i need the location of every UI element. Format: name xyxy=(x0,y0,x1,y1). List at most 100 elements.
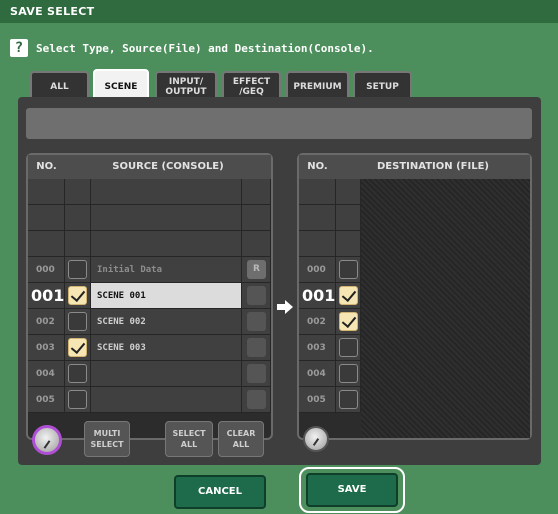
destination-checkbox[interactable] xyxy=(339,312,358,331)
source-knob[interactable] xyxy=(32,425,62,455)
source-tail-cell: R xyxy=(242,257,271,283)
destination-check-cell xyxy=(336,205,361,231)
source-checkbox[interactable] xyxy=(68,390,87,409)
tab-all[interactable]: ALL xyxy=(30,71,89,100)
source-row-name xyxy=(91,179,242,205)
source-panel: NO. SOURCE (CONSOLE) 000 Initial Data R 001… xyxy=(26,153,273,440)
source-row[interactable]: 003 SCENE 003 xyxy=(28,335,271,361)
source-row-button[interactable] xyxy=(247,390,266,409)
source-row-no: 005 xyxy=(28,387,65,413)
source-row-name: SCENE 002 xyxy=(91,309,242,335)
cancel-button[interactable]: CANCEL xyxy=(174,475,266,509)
source-row-no xyxy=(28,231,65,257)
source-row-name xyxy=(91,361,242,387)
destination-row[interactable] xyxy=(299,205,361,231)
source-check-cell xyxy=(65,387,91,413)
source-checkbox[interactable] xyxy=(68,260,87,279)
source-check-cell xyxy=(65,309,91,335)
source-row-no: 003 xyxy=(28,335,65,361)
destination-checkbox[interactable] xyxy=(339,286,358,305)
destination-row-no: 000 xyxy=(299,257,336,283)
source-row-no xyxy=(28,205,65,231)
destination-checkbox[interactable] xyxy=(339,390,358,409)
source-row-button[interactable] xyxy=(247,312,266,331)
tab-input-output[interactable]: INPUT/ OUTPUT xyxy=(155,71,217,100)
destination-row-no: 004 xyxy=(299,361,336,387)
scene-panel: NO. SOURCE (CONSOLE) 000 Initial Data R 001… xyxy=(18,97,541,465)
source-row[interactable] xyxy=(28,231,271,257)
source-row[interactable] xyxy=(28,205,271,231)
source-checkbox[interactable] xyxy=(68,338,87,357)
destination-row-no xyxy=(299,231,336,257)
destination-row-no xyxy=(299,205,336,231)
knob-indicator xyxy=(312,438,320,446)
destination-check-cell xyxy=(336,309,361,335)
destination-checkbox[interactable] xyxy=(339,338,358,357)
destination-checkbox[interactable] xyxy=(339,260,358,279)
source-check-cell xyxy=(65,231,91,257)
source-row[interactable]: 004 xyxy=(28,361,271,387)
source-row-name xyxy=(91,231,242,257)
tab-setup[interactable]: SETUP xyxy=(353,71,412,100)
multi-select-button[interactable]: MULTI SELECT xyxy=(84,421,130,457)
source-title-header: SOURCE (CONSOLE) xyxy=(65,155,271,179)
source-no-header: NO. xyxy=(28,155,65,179)
source-row-no: 001 xyxy=(28,283,65,309)
instruction-text: Select Type, Source(File) and Destinatio… xyxy=(36,41,374,55)
source-row-name xyxy=(91,205,242,231)
source-check-cell xyxy=(65,283,91,309)
dest-title-header: DESTINATION (FILE) xyxy=(336,155,530,179)
destination-check-cell xyxy=(336,335,361,361)
source-tail-cell xyxy=(242,361,271,387)
source-check-cell xyxy=(65,205,91,231)
destination-check-cell xyxy=(336,231,361,257)
source-tail-cell xyxy=(242,335,271,361)
destination-row[interactable]: 004 xyxy=(299,361,361,387)
source-checkbox[interactable] xyxy=(68,286,87,305)
source-row-name: SCENE 001 xyxy=(91,283,242,309)
clear-all-button[interactable]: CLEAR ALL xyxy=(218,421,264,457)
source-row[interactable]: 005 xyxy=(28,387,271,413)
source-row-name: Initial Data xyxy=(91,257,242,283)
destination-knob[interactable] xyxy=(303,426,329,452)
source-checkbox[interactable] xyxy=(68,312,87,331)
destination-row[interactable]: 000 xyxy=(299,257,361,283)
knob-indicator xyxy=(43,440,51,449)
tab-premium[interactable]: PREMIUM xyxy=(286,71,349,100)
source-row[interactable]: 002 SCENE 002 xyxy=(28,309,271,335)
destination-row[interactable]: 003 xyxy=(299,335,361,361)
tab-effect-geq[interactable]: EFFECT /GEQ xyxy=(222,71,281,100)
destination-row-no: 003 xyxy=(299,335,336,361)
destination-row[interactable]: 001 xyxy=(299,283,361,309)
help-icon[interactable]: ? xyxy=(10,39,28,57)
source-row[interactable] xyxy=(28,179,271,205)
source-checkbox[interactable] xyxy=(68,364,87,383)
source-check-cell xyxy=(65,361,91,387)
destination-row[interactable]: 005 xyxy=(299,387,361,413)
destination-row-no: 002 xyxy=(299,309,336,335)
source-check-cell xyxy=(65,335,91,361)
destination-row-no: 005 xyxy=(299,387,336,413)
destination-checkbox[interactable] xyxy=(339,364,358,383)
source-row-button[interactable] xyxy=(247,286,266,305)
source-row-button[interactable] xyxy=(247,338,266,357)
select-all-button[interactable]: SELECT ALL xyxy=(165,421,213,457)
source-tail-cell xyxy=(242,387,271,413)
save-button[interactable]: SAVE xyxy=(306,473,398,507)
window-title: SAVE SELECT xyxy=(0,0,558,23)
source-row-no xyxy=(28,179,65,205)
destination-row[interactable] xyxy=(299,179,361,205)
source-row[interactable]: 000 Initial Data R xyxy=(28,257,271,283)
destination-check-cell xyxy=(336,257,361,283)
source-row-name: SCENE 003 xyxy=(91,335,242,361)
destination-panel: NO. DESTINATION (FILE) 000 001 002 003 004 00… xyxy=(297,153,532,440)
source-row[interactable]: 001 SCENE 001 xyxy=(28,283,271,309)
destination-check-cell xyxy=(336,387,361,413)
info-bar xyxy=(26,108,532,139)
destination-row[interactable]: 002 xyxy=(299,309,361,335)
source-tail-cell xyxy=(242,179,271,205)
source-row-button[interactable] xyxy=(247,364,266,383)
destination-row[interactable] xyxy=(299,231,361,257)
destination-file-area xyxy=(361,179,530,438)
instruction-bar: ? Select Type, Source(File) and Destinat… xyxy=(10,37,374,59)
